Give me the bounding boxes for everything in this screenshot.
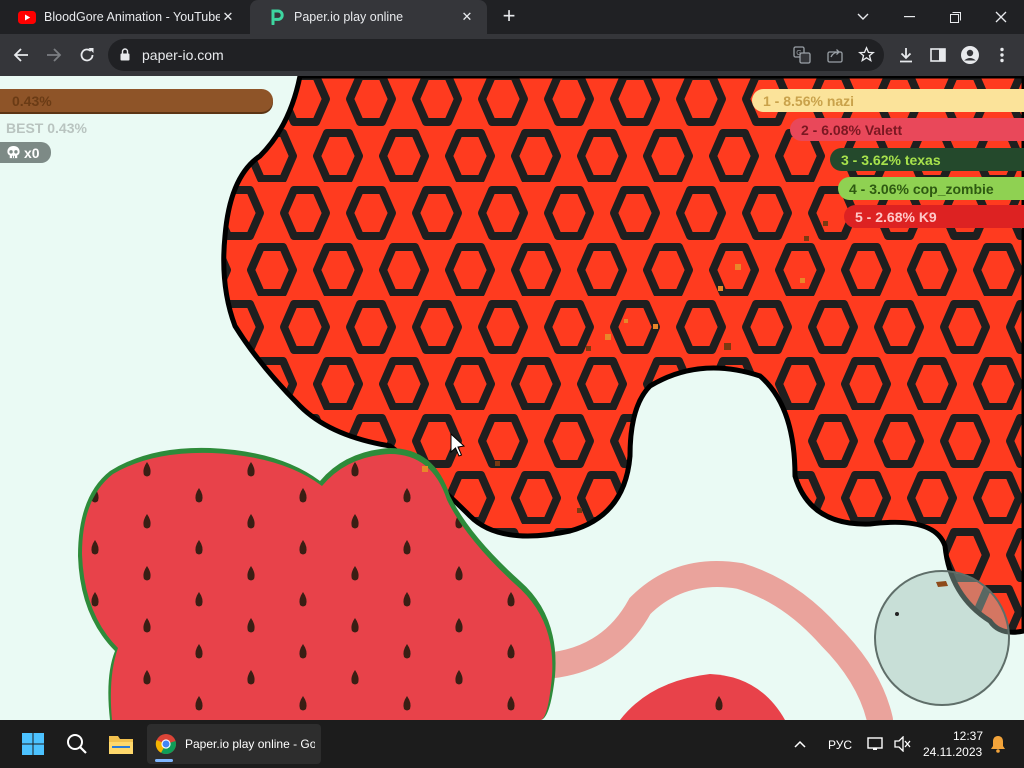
territory-percent: 0.43%: [12, 93, 52, 109]
tab-title: Paper.io play online: [294, 10, 404, 24]
side-panel-icon[interactable]: [926, 43, 950, 67]
reload-icon[interactable]: [75, 43, 99, 67]
language-indicator[interactable]: РУС: [828, 738, 852, 752]
kills-badge: x0: [0, 142, 51, 163]
tab-search-icon[interactable]: [840, 0, 886, 34]
paperio-icon: [268, 9, 286, 25]
game-canvas[interactable]: 0.43% BEST 0.43% x0 1 - 8.56% nazi 2 - 6…: [0, 76, 1024, 720]
leaderboard-row: 5 - 2.68% K9: [844, 205, 1024, 228]
taskbar-chrome-window[interactable]: Paper.io play online - Go: [147, 724, 321, 764]
territory-percent-bar: 0.43%: [0, 89, 273, 112]
tab-strip: BloodGore Animation - YouTube ✕ Paper.io…: [0, 0, 1024, 34]
taskbar-chrome-title: Paper.io play online - Go: [185, 737, 315, 751]
svg-text:G: G: [796, 50, 801, 57]
tab-paperio[interactable]: Paper.io play online ✕: [250, 0, 487, 34]
leaderboard-label: 4 - 3.06% cop_zombie: [849, 180, 994, 197]
notification-bell-icon[interactable]: [982, 728, 1014, 760]
watermelon-territory-small: [620, 674, 785, 720]
clock-date[interactable]: 24.11.2023: [923, 745, 982, 759]
browser-toolbar: paper-io.com G: [0, 34, 1024, 76]
url-text: paper-io.com: [142, 47, 224, 63]
new-tab-button[interactable]: +: [497, 5, 521, 29]
kills-count: x0: [24, 144, 40, 161]
tab-youtube[interactable]: BloodGore Animation - YouTube ✕: [0, 0, 248, 34]
close-window-button[interactable]: [978, 0, 1024, 34]
leaderboard-row: 1 - 8.56% nazi: [752, 89, 1024, 112]
game-world: [78, 76, 1024, 720]
youtube-icon: [18, 10, 36, 24]
bookmark-star-icon[interactable]: [857, 46, 876, 68]
share-icon[interactable]: [826, 46, 844, 69]
tab-title: BloodGore Animation - YouTube: [44, 10, 220, 24]
close-tab-icon[interactable]: ✕: [459, 9, 475, 25]
best-score: BEST 0.43%: [6, 120, 87, 136]
leaderboard-label: 3 - 3.62% texas: [841, 151, 941, 168]
back-icon[interactable]: [9, 43, 33, 67]
leaderboard-row: 2 - 6.08% Valett: [790, 118, 1024, 141]
restore-button[interactable]: [932, 0, 978, 34]
file-explorer-icon[interactable]: [105, 728, 137, 760]
chrome-icon: [155, 733, 177, 755]
forward-icon[interactable]: [42, 43, 66, 67]
leaderboard-label: 2 - 6.08% Valett: [801, 121, 903, 138]
skull-icon: [7, 145, 20, 159]
close-tab-icon[interactable]: ✕: [220, 9, 236, 25]
clock-time[interactable]: 12:37: [953, 729, 983, 743]
download-icon[interactable]: [894, 43, 918, 67]
profile-icon[interactable]: [958, 43, 982, 67]
leaderboard-label: 1 - 8.56% nazi: [763, 92, 855, 109]
minimize-button[interactable]: [886, 0, 932, 34]
leaderboard-row: 3 - 3.62% texas: [830, 148, 1024, 171]
translate-icon[interactable]: G: [793, 46, 811, 69]
chevron-up-icon[interactable]: [784, 728, 816, 760]
menu-kebab-icon[interactable]: [990, 43, 1014, 67]
taskbar: Paper.io play online - Go РУС 12:37 24.1…: [0, 720, 1024, 768]
search-icon[interactable]: [61, 728, 93, 760]
lock-icon[interactable]: [120, 48, 130, 66]
minimap: [874, 570, 1010, 706]
volume-muted-icon[interactable]: [886, 728, 918, 760]
address-bar[interactable]: paper-io.com G: [108, 39, 884, 71]
leaderboard-row: 4 - 3.06% cop_zombie: [838, 177, 1024, 200]
minimap-markers: [895, 581, 948, 616]
leaderboard-label: 5 - 2.68% K9: [855, 208, 937, 225]
windows-start-icon[interactable]: [17, 728, 49, 760]
